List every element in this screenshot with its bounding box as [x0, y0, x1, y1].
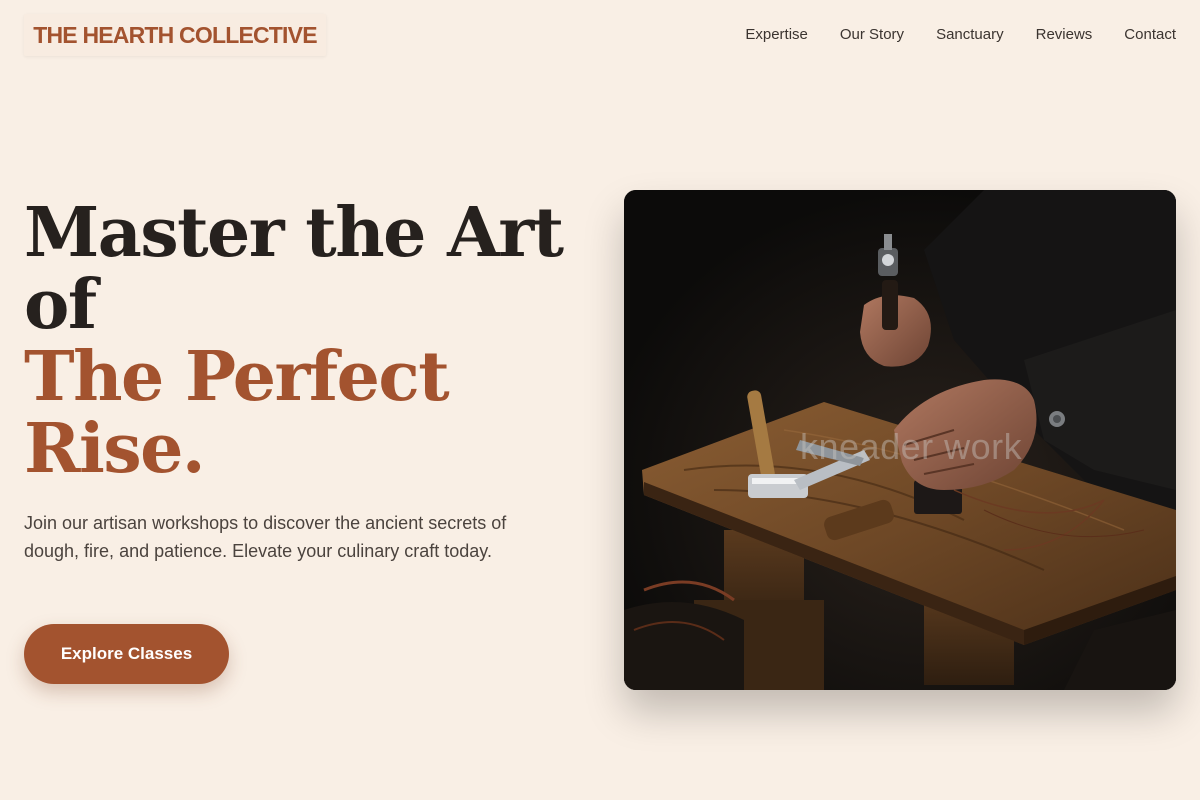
nav-reviews[interactable]: Reviews: [1036, 24, 1093, 46]
image-watermark: kneader work: [800, 426, 1023, 467]
hero-title-line2: of: [24, 265, 97, 345]
hero-description: Join our artisan workshops to discover t…: [24, 513, 507, 561]
hero-title-accent1: The Perfect: [24, 337, 450, 417]
nav-sanctuary[interactable]: Sanctuary: [936, 24, 1004, 46]
explore-classes-button[interactable]: Explore Classes: [24, 624, 229, 684]
site-header: THE HEARTH COLLECTIVE Expertise Our Stor…: [0, 0, 1200, 72]
hero-title-line1: Master the Art: [24, 193, 564, 273]
main-nav: Expertise Our Story Sanctuary Reviews Co…: [745, 24, 1176, 46]
hero-image: kneader work: [624, 190, 1176, 690]
brand-logo[interactable]: THE HEARTH COLLECTIVE: [24, 14, 326, 56]
nav-contact[interactable]: Contact: [1124, 24, 1176, 46]
hero-title: Master the Art of The Perfect Rise.: [24, 197, 584, 485]
nav-expertise[interactable]: Expertise: [745, 24, 808, 46]
nav-our-story[interactable]: Our Story: [840, 24, 904, 46]
hero-title-accent2: Rise.: [24, 409, 206, 489]
